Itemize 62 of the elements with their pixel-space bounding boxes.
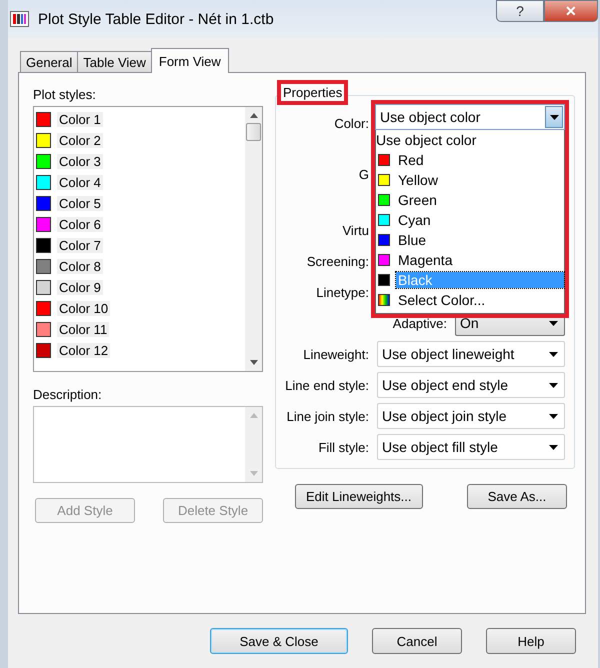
property-label: Line end style: bbox=[284, 378, 370, 392]
plot-style-item[interactable]: Color 10 bbox=[36, 298, 243, 319]
plot-style-item[interactable]: Color 8 bbox=[36, 256, 243, 277]
color-option[interactable]: Use object color bbox=[376, 130, 564, 150]
action-button[interactable]: Edit Lineweights... bbox=[295, 484, 423, 509]
dialog-button[interactable]: Help bbox=[486, 628, 576, 654]
plot-styles-label: Plot styles: bbox=[33, 87, 97, 103]
color-option[interactable]: Select Color... bbox=[376, 290, 564, 310]
properties-label: Properties bbox=[281, 84, 344, 101]
color-dropdown[interactable]: Use object color bbox=[375, 104, 565, 130]
dropdown-caret-icon bbox=[549, 414, 558, 418]
plot-style-item[interactable]: Color 4 bbox=[36, 172, 243, 193]
plot-styles-list[interactable]: Color 1 Color 2 Color 3 Color 4 Color 5 Color 6 Color 7 Color 8 Color 9 Color 10 Color 11 Color 12 bbox=[33, 106, 263, 372]
color-option[interactable]: Cyan bbox=[376, 210, 564, 230]
plot-style-item[interactable]: Color 11 bbox=[36, 319, 243, 340]
scroll-thumb[interactable] bbox=[246, 123, 261, 141]
property-label: Virtu bbox=[342, 222, 370, 238]
property-label: Adaptive: bbox=[392, 316, 448, 330]
palette-icon bbox=[378, 294, 390, 306]
property-label: Fill style: bbox=[317, 440, 370, 454]
color-option[interactable]: Green bbox=[376, 190, 564, 210]
color-option[interactable]: Yellow bbox=[376, 170, 564, 190]
plot-style-item[interactable]: Color 6 bbox=[36, 214, 243, 235]
plot-style-item[interactable]: Color 2 bbox=[36, 130, 243, 151]
help-button[interactable]: ? bbox=[496, 0, 544, 22]
description-label: Description: bbox=[33, 387, 103, 403]
plot-style-item[interactable]: Color 3 bbox=[36, 151, 243, 172]
property-dropdown[interactable]: Use object fill style bbox=[377, 434, 565, 460]
property-dropdown[interactable]: Use object join style bbox=[377, 403, 565, 429]
window-title: Plot Style Table Editor - Nét in 1.ctb bbox=[38, 10, 274, 28]
dialog-button[interactable]: Save & Close bbox=[210, 628, 348, 654]
color-option[interactable]: Red bbox=[376, 150, 564, 170]
property-dropdown[interactable]: Use object lineweight bbox=[377, 341, 565, 367]
color-option[interactable]: Blue bbox=[376, 230, 564, 250]
dropdown-caret-icon bbox=[549, 444, 558, 450]
property-dropdown[interactable]: Use object end style bbox=[377, 372, 565, 398]
property-label: Screening: bbox=[306, 254, 370, 268]
tab[interactable]: Form View bbox=[150, 48, 229, 73]
property-label: Color: bbox=[333, 116, 370, 130]
plot-style-icon bbox=[10, 10, 30, 28]
property-label: Linetype: bbox=[315, 284, 370, 300]
plot-style-item[interactable]: Color 12 bbox=[36, 340, 243, 361]
scroll-down-icon[interactable] bbox=[250, 360, 258, 365]
plot-style-item[interactable]: Color 1 bbox=[36, 109, 243, 130]
dialog-button[interactable]: Cancel bbox=[372, 628, 462, 654]
property-label: G bbox=[358, 166, 370, 182]
scroll-up-icon[interactable] bbox=[250, 113, 258, 118]
dropdown-caret-icon bbox=[549, 352, 558, 356]
dropdown-caret-icon bbox=[549, 320, 558, 326]
tab[interactable]: General bbox=[20, 51, 78, 72]
dropdown-caret-icon bbox=[550, 114, 558, 120]
dropdown-caret-icon bbox=[549, 382, 558, 388]
tab[interactable]: Table View bbox=[77, 51, 152, 72]
action-button[interactable]: Save As... bbox=[467, 484, 567, 509]
property-label: Line join style: bbox=[286, 408, 370, 424]
scrollbar[interactable] bbox=[245, 107, 262, 371]
dropdown-button[interactable] bbox=[545, 106, 563, 128]
property-label: Lineweight: bbox=[302, 346, 370, 362]
plot-style-item[interactable]: Color 7 bbox=[36, 235, 243, 256]
plot-style-item[interactable]: Color 5 bbox=[36, 193, 243, 214]
plot-style-item[interactable]: Color 9 bbox=[36, 277, 243, 298]
color-option[interactable]: Magenta bbox=[376, 250, 564, 270]
